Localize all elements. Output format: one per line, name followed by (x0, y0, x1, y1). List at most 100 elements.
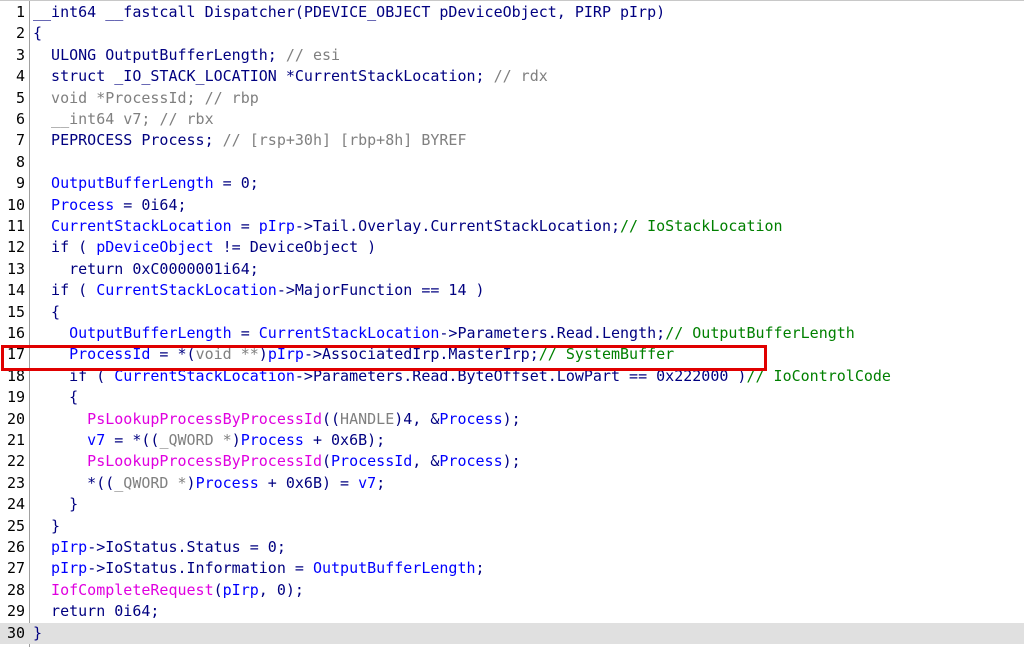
line-code: { (33, 387, 78, 408)
code-token: // IoControlCode (746, 366, 891, 385)
code-token: v7 (358, 473, 377, 492)
code-line[interactable]: 2{ (0, 23, 1024, 44)
line-number: 8 (15, 152, 25, 171)
line-number: 12 (6, 238, 25, 257)
code-line[interactable]: 21 v7 = *((_QWORD *)Process + 0x6B); (0, 430, 1024, 451)
code-line[interactable]: 27 pIrp->IoStatus.Information = OutputBu… (0, 558, 1024, 579)
code-token: (( (321, 409, 341, 428)
code-token: v7 (33, 431, 106, 449)
code-token: // rbx (159, 110, 214, 128)
code-line[interactable]: 6 __int64 v7; // rbx (0, 109, 1024, 130)
code-token: )4, & (394, 409, 440, 428)
line-number: 5 (15, 88, 25, 107)
line-code: return 0xC0000001i64; (33, 259, 259, 280)
line-number: 20 (6, 409, 25, 428)
code-token: ->MajorFunction == 14 ) (276, 281, 485, 300)
code-line[interactable]: 16 OutputBufferLength = CurrentStackLoca… (0, 323, 1024, 344)
code-token: // esi (285, 45, 341, 64)
code-token: ) (231, 431, 241, 449)
code-token: ->IoStatus.Information = (87, 559, 313, 578)
code-line[interactable]: 25 } (0, 516, 1024, 537)
code-line[interactable]: 22 PsLookupProcessByProcessId(ProcessId,… (0, 451, 1024, 472)
line-code: } (33, 623, 42, 644)
code-token: != DeviceObject ) (213, 238, 377, 257)
pseudocode-view[interactable]: 1 __int64 __fastcall Dispatcher(PDEVICE_O… (0, 0, 1024, 647)
code-token: PsLookupProcessByProcessId (33, 409, 322, 428)
code-token: pIrp (258, 217, 295, 235)
line-number: 1 (15, 3, 25, 21)
code-token: = (231, 324, 259, 342)
code-token: { (33, 302, 61, 321)
code-line[interactable]: 14 if ( CurrentStackLocation->MajorFunct… (0, 280, 1024, 301)
code-line[interactable]: 28 IofCompleteRequest(pIrp, 0); (0, 580, 1024, 601)
line-number: 23 (6, 473, 25, 492)
code-token: OutputBufferLength (312, 559, 476, 578)
line-code: return 0i64; (33, 601, 159, 622)
code-line[interactable]: 13 return 0xC0000001i64; (0, 259, 1024, 280)
code-line[interactable]: 12 if ( pDeviceObject != DeviceObject ) (0, 237, 1024, 258)
line-number: 10 (6, 195, 25, 214)
code-line[interactable]: 26 pIrp->IoStatus.Status = 0; (0, 537, 1024, 558)
line-number: 3 (15, 45, 25, 64)
code-token: } (33, 516, 61, 535)
code-line[interactable]: 19 { (0, 387, 1024, 408)
code-line[interactable]: 29 return 0i64; (0, 601, 1024, 622)
line-code: v7 = *((_QWORD *)Process + 0x6B); (33, 430, 385, 451)
code-line[interactable]: 4 struct _IO_STACK_LOCATION *CurrentStac… (0, 66, 1024, 87)
code-token: pIrp (222, 580, 259, 599)
code-token: // rdx (493, 67, 548, 86)
code-line[interactable]: 23 *((_QWORD *)Process + 0x6B) = v7; (0, 473, 1024, 494)
line-code: if ( CurrentStackLocation->MajorFunction… (33, 280, 485, 301)
code-line[interactable]: 5 void *ProcessId; // rbp (0, 88, 1024, 109)
code-token: + 0x6B) = (258, 473, 359, 492)
line-number: 4 (15, 67, 25, 86)
code-token: CurrentStackLocation (96, 281, 277, 300)
code-line[interactable]: 20 PsLookupProcessByProcessId((HANDLE)4,… (0, 409, 1024, 430)
line-code: *((_QWORD *)Process + 0x6B) = v7; (33, 473, 385, 494)
code-line[interactable]: 1 __int64 __fastcall Dispatcher(PDEVICE_O… (0, 2, 1024, 23)
code-line[interactable]: 10 Process = 0i64; (0, 195, 1024, 216)
line-code: OutputBufferLength = CurrentStackLocatio… (33, 323, 855, 344)
code-token: ; (475, 559, 485, 578)
line-code: PsLookupProcessByProcessId(ProcessId, &P… (33, 451, 521, 472)
line-code: pIrp->IoStatus.Information = OutputBuffe… (33, 558, 485, 579)
code-token: = *(( (105, 431, 160, 449)
highlight-box (1, 345, 767, 371)
code-line[interactable]: 9 OutputBufferLength = 0; (0, 173, 1024, 194)
line-code: void *ProcessId; // rbp (33, 88, 259, 109)
code-line[interactable]: 8 (0, 152, 1024, 173)
code-token: Process (240, 431, 304, 449)
code-line[interactable]: 3 ULONG OutputBufferLength; // esi (0, 45, 1024, 66)
code-line[interactable]: 24 } (0, 494, 1024, 515)
code-token: Process (195, 473, 259, 492)
code-line[interactable]: 15 { (0, 302, 1024, 323)
code-token: OutputBufferLength (33, 324, 232, 342)
code-token: _QWORD * (114, 473, 187, 492)
line-number: 22 (6, 452, 25, 471)
code-token: } (33, 623, 43, 642)
code-token: ->Parameters.Read.Length; (439, 324, 666, 342)
current-code-line[interactable]: 30} (0, 622, 1024, 644)
code-token: return 0xC0000001i64; (33, 259, 259, 278)
line-code: struct _IO_STACK_LOCATION *CurrentStackL… (33, 66, 548, 87)
code-token: *(( (33, 473, 115, 492)
code-token: ( (321, 452, 332, 471)
code-token: if ( (33, 238, 97, 257)
line-number: 6 (15, 110, 25, 128)
line-code: } (33, 494, 78, 515)
code-token: // [rsp+30h] [rbp+8h] BYREF (222, 131, 467, 150)
code-line[interactable]: 11 CurrentStackLocation = pIrp->Tail.Ove… (0, 216, 1024, 237)
code-token: return 0i64; (33, 602, 160, 621)
line-code: { (33, 302, 60, 323)
code-token: struct _IO_STACK_LOCATION *CurrentStackL… (33, 67, 494, 86)
code-token: ; (376, 473, 386, 492)
code-token: IofCompleteRequest (33, 580, 214, 599)
line-code: pIrp->IoStatus.Status = 0; (33, 537, 286, 558)
code-line[interactable]: 7 PEPROCESS Process; // [rsp+30h] [rbp+8… (0, 130, 1024, 151)
code-token: void *ProcessId; (33, 88, 205, 107)
code-token: Process (439, 452, 503, 471)
code-token: , 0); (258, 580, 304, 599)
code-token: ->Tail.Overlay.CurrentStackLocation; (294, 217, 621, 235)
code-token: __int64 v7; (33, 110, 160, 128)
line-code: CurrentStackLocation = pIrp->Tail.Overla… (33, 216, 783, 237)
